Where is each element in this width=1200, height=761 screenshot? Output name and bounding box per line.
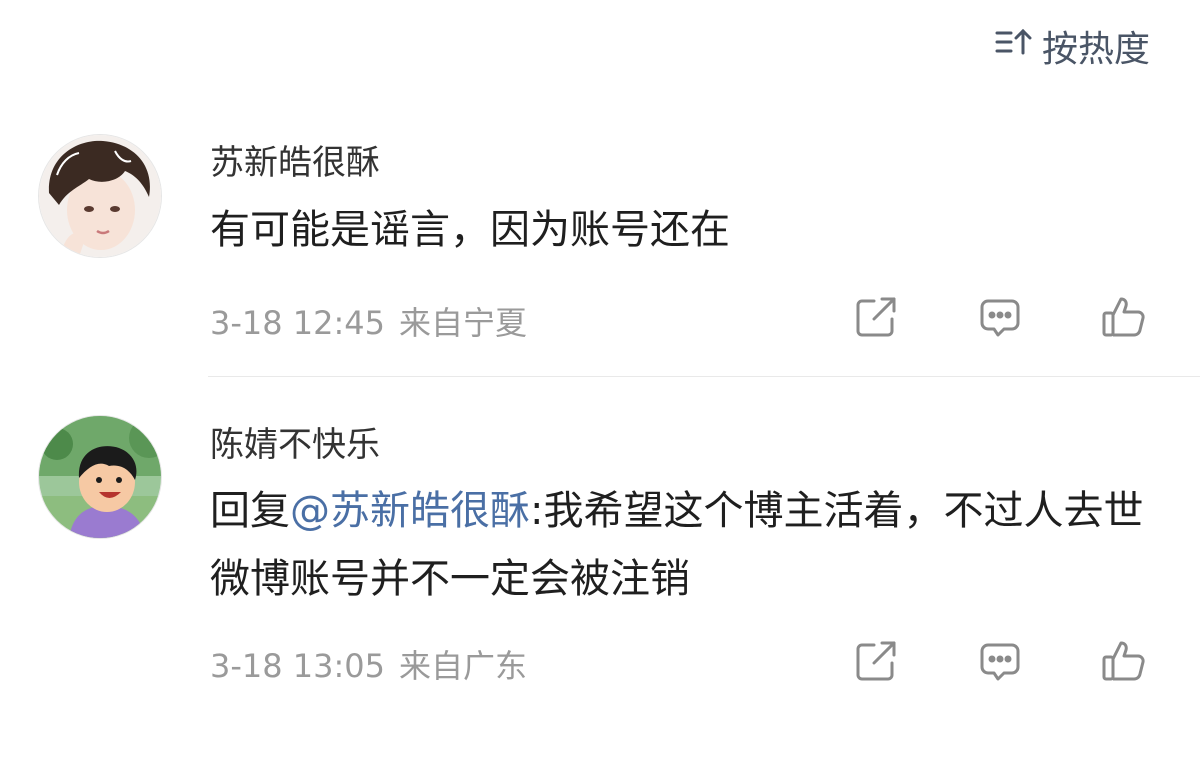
user-avatar[interactable] <box>38 415 162 539</box>
comment-meta: 3-18 13:05 来自广东 <box>210 641 527 687</box>
comment-date: 3-18 12:45 <box>210 304 386 342</box>
comment-icon[interactable] <box>976 637 1024 685</box>
username[interactable]: 苏新皓很酥 <box>210 135 380 184</box>
mention-link[interactable]: @苏新皓很酥 <box>290 488 530 534</box>
like-icon[interactable] <box>1100 293 1148 341</box>
sort-label: 按热度 <box>1041 29 1150 70</box>
comment-text: 回复@苏新皓很酥:我希望这个博主活着，不过人去世微博账号并不一定会被注销 <box>210 477 1160 613</box>
comment-location: 来自广东 <box>399 647 528 685</box>
comment-meta: 3-18 12:45 来自宁夏 <box>210 298 527 344</box>
reply-prefix: 回复 <box>210 488 290 534</box>
username[interactable]: 陈婧不快乐 <box>210 417 380 466</box>
share-icon[interactable] <box>852 637 900 685</box>
sort-icon <box>994 25 1034 68</box>
comment-icon[interactable] <box>976 293 1024 341</box>
like-icon[interactable] <box>1100 637 1148 685</box>
comment-location: 来自宁夏 <box>399 304 528 342</box>
sort-by-hot-button[interactable]: 按热度 <box>994 20 1150 72</box>
user-avatar[interactable] <box>38 134 162 258</box>
comment-text: 有可能是谣言，因为账号还在 <box>210 207 730 253</box>
comment-divider <box>208 376 1200 377</box>
share-icon[interactable] <box>852 293 900 341</box>
comment-date: 3-18 13:05 <box>210 647 386 685</box>
